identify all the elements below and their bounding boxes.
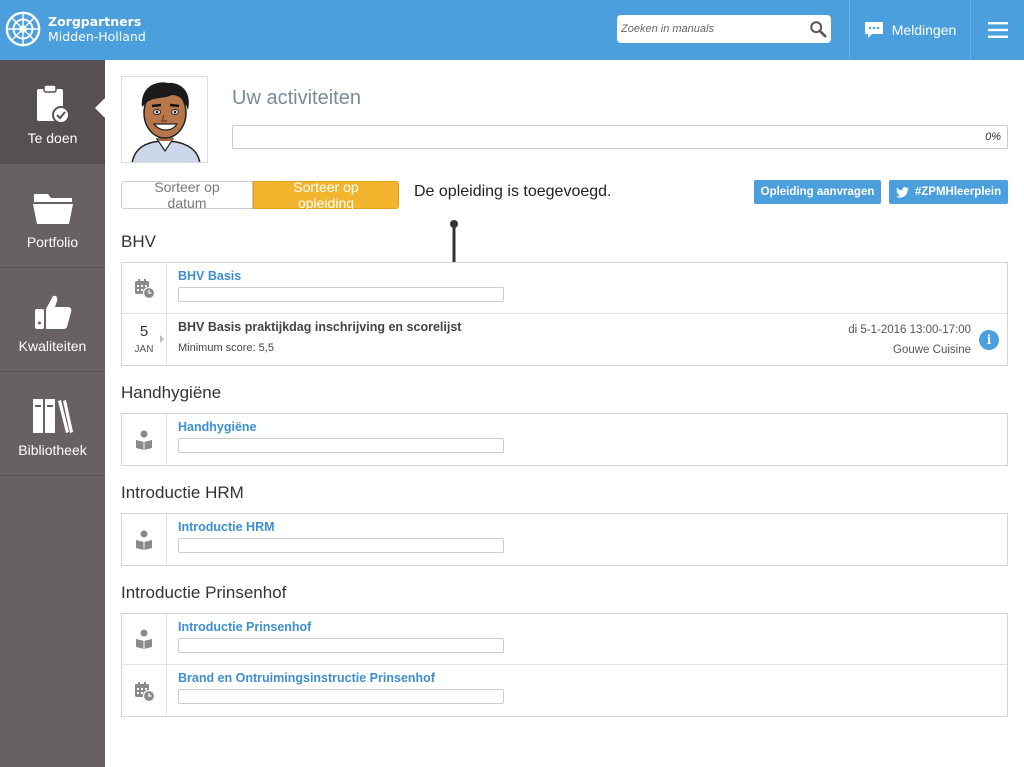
sidebar-item-label: Bibliotheek — [18, 442, 87, 458]
twitter-bird-icon — [895, 186, 909, 198]
course-card-introductie-hrm: Introductie HRM — [121, 513, 1008, 566]
sidebar-item-portfolio[interactable]: Portfolio — [0, 164, 105, 268]
course-progress-bar — [178, 538, 504, 553]
course-link[interactable]: Introductie HRM — [178, 520, 275, 534]
progress-percentage: 0% — [985, 131, 1001, 143]
list-item: Introductie HRM — [122, 514, 1007, 565]
course-link[interactable]: Brand en Ontruimingsinstructie Prinsenho… — [178, 671, 435, 685]
sort-by-course-button[interactable]: Sorteer op opleiding — [253, 179, 399, 211]
brand-line-2: Midden-Holland — [48, 29, 146, 44]
activities-progress-bar: 0% — [232, 125, 1008, 149]
thumbs-up-icon — [31, 292, 75, 332]
reader-icon — [136, 430, 152, 450]
twitter-hashtag-button[interactable]: #ZPMHleerplein — [889, 180, 1008, 204]
event-row[interactable]: 5 JAN BHV Basis praktijkdag inschrijving… — [122, 314, 1007, 365]
sidebar-item-label: Portfolio — [26, 234, 79, 250]
list-item: BHV Basis — [122, 263, 1007, 314]
sidebar-item-bibliotheek[interactable]: Bibliotheek — [0, 372, 105, 476]
hashtag-label: #ZPMHleerplein — [914, 186, 1002, 198]
sidebar-item-kwaliteiten[interactable]: Kwaliteiten — [0, 268, 105, 372]
info-icon[interactable]: i — [979, 330, 999, 350]
sort-toggle: Sorteer op datum Sorteer op opleiding — [121, 179, 399, 211]
avatar[interactable] — [121, 76, 208, 163]
top-bar: Zorgpartners Midden-Holland Meldingen — [0, 0, 1024, 60]
row-icon-cell — [122, 614, 167, 664]
row-icon-cell — [122, 263, 167, 313]
section-title-introductie-hrm: Introductie HRM — [121, 483, 244, 502]
event-datetime: di 5-1-2016 13:00-17:00 — [848, 324, 971, 336]
cartoon-portrait-icon — [131, 82, 201, 162]
course-progress-bar — [178, 638, 504, 653]
course-progress-bar — [178, 287, 504, 302]
reader-icon — [136, 629, 152, 649]
course-progress-bar — [178, 689, 504, 704]
course-link[interactable]: Handhygiëne — [178, 420, 257, 434]
reader-icon — [136, 530, 152, 550]
search-input[interactable] — [621, 20, 801, 38]
section-title-handhygiene: Handhygiëne — [121, 383, 222, 402]
sidebar: Te doen Portfolio Kwaliteiten Bibliothee… — [0, 60, 105, 767]
sidebar-item-label: Kwaliteiten — [18, 338, 87, 354]
calendar-clock-icon — [135, 279, 155, 299]
notifications-label: Meldingen — [891, 22, 957, 38]
list-item: Brand en Ontruimingsinstructie Prinsenho… — [122, 665, 1007, 716]
row-icon-cell — [122, 414, 167, 465]
calendar-clock-icon — [135, 681, 155, 702]
hamburger-icon — [987, 22, 1008, 38]
notifications-button[interactable]: Meldingen — [850, 0, 970, 60]
menu-button[interactable] — [971, 0, 1024, 60]
books-icon — [31, 396, 75, 436]
course-card-introductie-prinsenhof: Introductie Prinsenhof Brand en Ontruimi… — [121, 613, 1008, 717]
brand-line-1: Zorgpartners — [48, 14, 142, 29]
folder-icon — [31, 188, 75, 228]
sidebar-item-label: Te doen — [27, 130, 78, 146]
list-item: Introductie Prinsenhof — [122, 614, 1007, 665]
event-month: JAN — [134, 344, 154, 355]
sort-by-date-button[interactable]: Sorteer op datum — [121, 179, 253, 211]
sidebar-item-te-doen[interactable]: Te doen — [0, 60, 105, 164]
section-title-bhv: BHV — [121, 232, 156, 251]
search-box — [617, 15, 831, 43]
row-icon-cell — [122, 665, 167, 716]
added-notice: De opleiding is toegevoegd. — [414, 183, 612, 200]
activities-title: Uw activiteiten — [232, 87, 361, 109]
course-card-handhygiene: Handhygiëne — [121, 413, 1008, 466]
active-pointer — [95, 98, 105, 118]
clipboard-check-icon — [31, 84, 75, 124]
event-title[interactable]: BHV Basis praktijkdag inschrijving en sc… — [178, 320, 461, 334]
event-day: 5 — [139, 323, 149, 340]
course-link[interactable]: BHV Basis — [178, 269, 241, 283]
course-card-bhv: BHV Basis 5 JAN BHV Basis praktijkdag in… — [121, 262, 1008, 366]
section-title-introductie-prinsenhof: Introductie Prinsenhof — [121, 583, 287, 602]
logo-icon[interactable] — [4, 10, 42, 48]
search-icon[interactable] — [809, 20, 827, 38]
course-progress-bar — [178, 438, 504, 453]
request-course-button[interactable]: Opleiding aanvragen — [754, 180, 881, 204]
event-min-score: Minimum score: 5,5 — [178, 342, 274, 354]
expand-caret-icon[interactable] — [160, 335, 164, 343]
event-location: Gouwe Cuisine — [893, 344, 971, 356]
list-item: Handhygiëne — [122, 414, 1007, 465]
chat-bubble-icon — [864, 22, 883, 38]
brand-name[interactable]: Zorgpartners Midden-Holland — [48, 14, 146, 44]
row-icon-cell — [122, 514, 167, 565]
course-link[interactable]: Introductie Prinsenhof — [178, 620, 311, 634]
request-course-label: Opleiding aanvragen — [760, 186, 875, 198]
